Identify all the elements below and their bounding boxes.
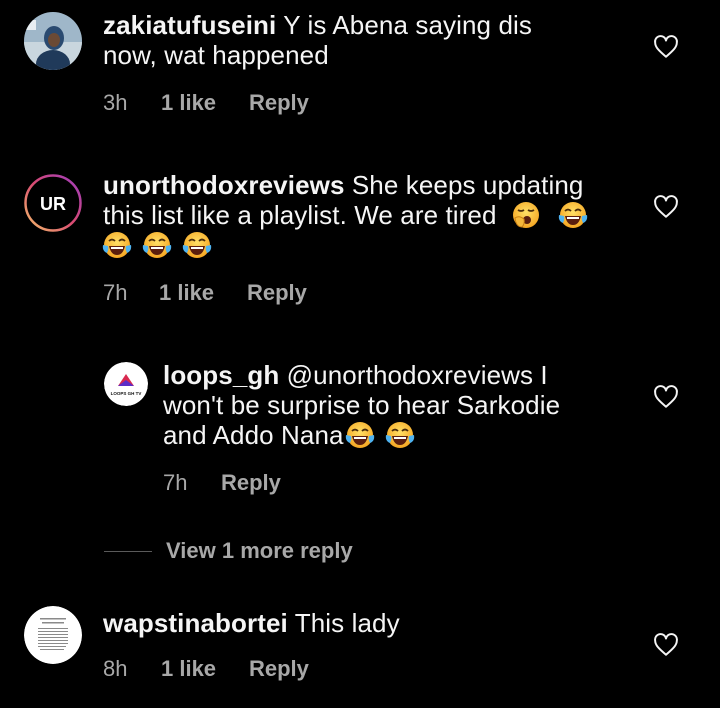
heart-icon[interactable] [653,194,679,220]
username[interactable]: unorthodoxreviews [103,170,345,200]
comment-meta: 3h 1 like Reply [103,90,309,116]
timestamp: 7h [103,280,128,305]
view-more-replies-button[interactable]: View 1 more reply [104,538,353,564]
heart-icon[interactable] [653,384,679,410]
comment-meta: 8h 1 like Reply [103,656,309,682]
heart-icon[interactable] [653,632,679,658]
face-with-tears-of-joy-icon [384,420,416,450]
comment-text: unorthodoxreviews She keeps updating thi… [103,170,589,260]
face-with-tears-of-joy-icon [141,230,173,260]
view-more-label: View 1 more reply [166,538,353,563]
comment-meta: 7h 1 like Reply [103,280,307,306]
heart-icon[interactable] [653,34,679,60]
comment-text: wapstinabortei This lady [103,608,400,638]
comment-text: zakiatufuseini Y is Abena saying dis now… [103,10,532,70]
timestamp: 7h [163,470,188,495]
reply-button[interactable]: Reply [249,656,309,682]
face-with-tears-of-joy-icon [101,230,133,260]
avatar[interactable]: UR [24,174,82,232]
face-with-tears-of-joy-icon [557,200,589,230]
divider [104,550,152,552]
username[interactable]: wapstinabortei [103,608,288,638]
avatar[interactable] [24,606,82,664]
face-with-tears-of-joy-icon [181,230,213,260]
reply-button[interactable]: Reply [247,280,307,306]
likes-count[interactable]: 1 like [159,280,247,306]
comment-text: loops_gh @unorthodoxreviews I won't be s… [163,360,561,450]
timestamp: 3h [103,90,128,115]
username[interactable]: loops_gh [163,360,279,390]
svg-text:LOOPS GH TV: LOOPS GH TV [111,391,142,396]
yawning-face-icon [510,200,542,230]
reply-button[interactable]: Reply [221,470,281,496]
reply-button[interactable]: Reply [249,90,309,116]
username[interactable]: zakiatufuseini [103,10,276,40]
comment-meta: 7h Reply [163,470,281,496]
likes-count[interactable]: 1 like [161,656,249,682]
likes-count[interactable]: 1 like [161,90,249,116]
avatar[interactable] [24,12,82,70]
svg-text:UR: UR [40,194,66,214]
face-with-tears-of-joy-icon [344,420,376,450]
timestamp: 8h [103,656,128,681]
avatar[interactable]: LOOPS GH TV [104,362,148,406]
